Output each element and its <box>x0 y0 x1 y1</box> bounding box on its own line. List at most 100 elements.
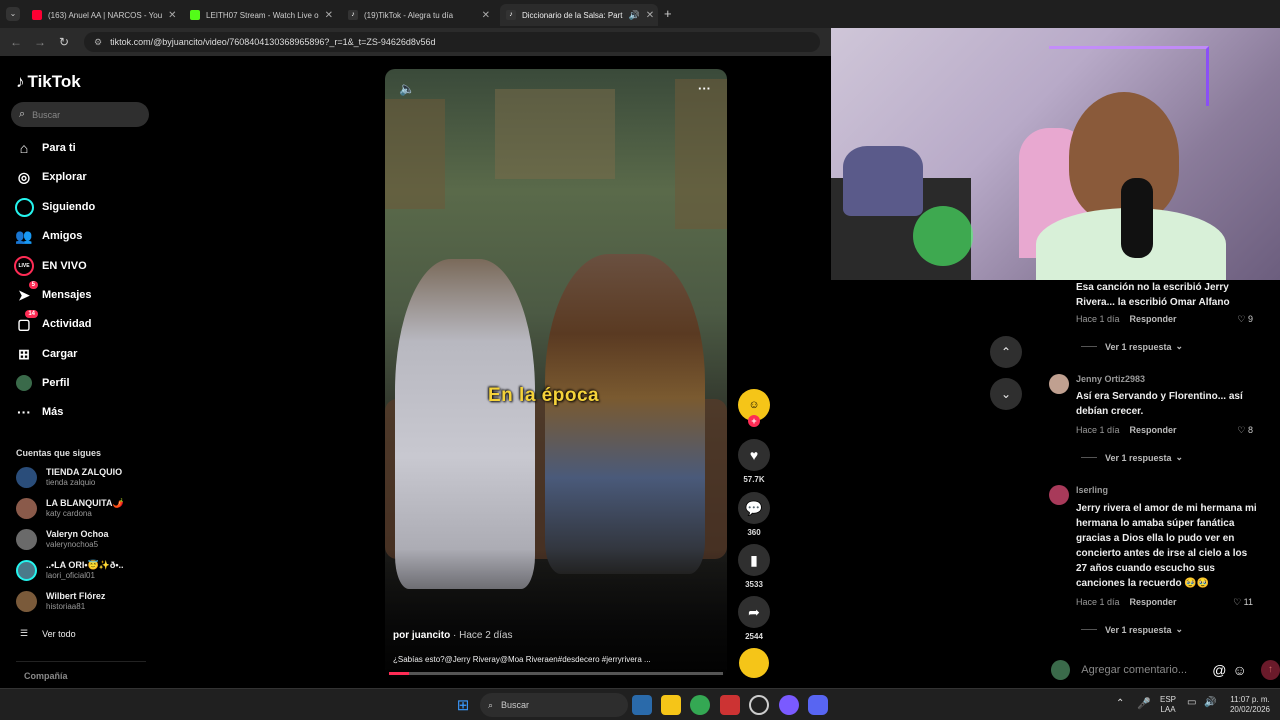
creator-avatar[interactable]: ☺ + <box>738 389 770 427</box>
video-author[interactable]: por juancito <box>393 630 450 641</box>
site-info-icon[interactable]: ⚙ <box>94 37 102 48</box>
twitch-icon[interactable] <box>779 695 799 715</box>
audio-icon[interactable]: 🔊 <box>629 10 640 21</box>
app-icon[interactable] <box>749 695 769 715</box>
view-replies-button[interactable]: Ver 1 respuesta ⌄ <box>1081 452 1183 463</box>
volume-icon[interactable]: 🔈 <box>399 81 415 97</box>
divider <box>1081 457 1097 458</box>
tab-tiktok-active[interactable]: ♪ Diccionario de la Salsa: Part 🔊 ✕ <box>500 4 658 26</box>
close-icon[interactable]: ✕ <box>162 10 176 21</box>
comment-like-count: 11 <box>1243 596 1253 607</box>
video-scene-wall <box>495 89 615 179</box>
new-tab-button[interactable]: + <box>664 6 672 21</box>
tab-kick[interactable]: LEITH07 Stream - Watch Live o ✕ <box>184 4 338 26</box>
nav-item-siguiendo[interactable]: Siguiendo <box>14 195 95 219</box>
language-code: ESP <box>1159 695 1176 704</box>
friends-icon: 👥 <box>15 227 33 244</box>
account-item[interactable]: LA BLANQUITA🌶️ katy cardona <box>16 495 124 521</box>
account-handle: katy cardona <box>46 508 92 518</box>
music-disc[interactable] <box>738 648 770 678</box>
close-icon[interactable]: ✕ <box>319 10 333 21</box>
nav-item-actividad[interactable]: ▢ 14 Actividad <box>14 310 92 336</box>
clock-date: 20/02/2026 <box>1229 705 1271 714</box>
mention-icon[interactable]: @ <box>1212 662 1226 678</box>
tab-search-icon[interactable]: ⌄ <box>6 7 20 21</box>
forward-button[interactable]: → <box>28 35 52 49</box>
search-input[interactable]: ⌕ Buscar <box>11 102 149 127</box>
store-icon[interactable] <box>632 695 652 715</box>
folder-icon[interactable] <box>661 695 681 715</box>
chevron-up-icon: ⌃ <box>1000 345 1012 359</box>
reply-button[interactable]: Responder <box>1130 314 1177 324</box>
more-options-icon[interactable]: ··· <box>698 81 711 96</box>
like-button[interactable]: ♥ 57.7K <box>738 439 770 484</box>
next-video-button[interactable]: ⌄ <box>990 378 1022 410</box>
send-button[interactable]: ↑ <box>1260 660 1280 680</box>
view-replies-button[interactable]: Ver 1 respuesta ⌄ <box>1081 341 1183 352</box>
comment-like-count: 8 <box>1247 424 1253 435</box>
language-indicator[interactable]: ESP LAA <box>1156 695 1180 715</box>
nav-item-perfil[interactable]: Perfil <box>14 371 70 395</box>
tab-youtube[interactable]: (163) Anuel AA | NARCOS - You ✕ <box>26 4 180 26</box>
comment-user[interactable]: Jenny Ortiz2983 <box>1076 374 1145 384</box>
tab-tiktok[interactable]: ♪ (19)TikTok - Alegra tu día ✕ <box>342 4 496 26</box>
video-player[interactable]: 🔈 ··· En la época por juancito · Hace 2 … <box>385 69 727 677</box>
account-item[interactable]: Valeryn Ochoa valerynochoa5 <box>16 526 109 552</box>
comment-like-button[interactable]: ♡ 11 <box>1233 597 1253 608</box>
clock[interactable]: 11:07 p. m. 20/02/2026 <box>1222 695 1278 715</box>
comment-like-button[interactable]: ♡ 8 <box>1237 425 1253 436</box>
back-button[interactable]: ← <box>4 35 28 49</box>
comment-input[interactable]: Agregar comentario... <box>1081 659 1206 681</box>
nav-item-para-ti[interactable]: ⌂ Para ti <box>14 136 76 160</box>
chrome-icon[interactable] <box>690 695 710 715</box>
follow-plus-icon[interactable]: + <box>748 415 760 427</box>
music-disc-icon <box>739 648 769 678</box>
tiktok-logo[interactable]: ♪ TikTok <box>16 72 81 92</box>
windows-start-icon[interactable]: ⊞ <box>453 695 473 715</box>
taskbar-search[interactable]: ⌕ Buscar <box>480 693 628 717</box>
nav-item-cargar[interactable]: ⊞ Cargar <box>14 342 77 366</box>
previous-video-button[interactable]: ⌃ <box>990 336 1022 368</box>
nav-label: Siguiendo <box>42 201 96 213</box>
share-button[interactable]: ➦ 2544 <box>738 596 770 641</box>
close-icon[interactable]: ✕ <box>476 10 490 21</box>
app-icon[interactable] <box>720 695 740 715</box>
emoji-icon[interactable]: ☺ <box>1232 662 1246 678</box>
nav-item-amigos[interactable]: 👥 Amigos <box>14 224 82 248</box>
share-icon: ➦ <box>738 596 770 628</box>
comment-meta: Hace 1 día Responder ♡ 8 <box>1076 425 1280 436</box>
discord-icon[interactable] <box>808 695 828 715</box>
see-all-link[interactable]: ☰ Ver todo <box>20 628 76 639</box>
avatar[interactable] <box>1049 374 1069 394</box>
tray-chevron-up-icon[interactable]: ⌃ <box>1116 698 1124 709</box>
company-link[interactable]: Compañía <box>24 671 68 681</box>
comment-like-button[interactable]: ♡ 9 <box>1237 314 1253 325</box>
nav-label: Actividad <box>42 318 92 330</box>
nav-item-mas[interactable]: ··· Más <box>14 400 63 424</box>
network-icon[interactable]: ▭ <box>1187 697 1196 708</box>
messages-icon: ➤ 5 <box>14 281 38 305</box>
reply-button[interactable]: Responder <box>1130 597 1177 607</box>
comment-user[interactable]: Iserling <box>1076 485 1108 495</box>
nav-item-mensajes[interactable]: ➤ 5 Mensajes <box>14 281 92 307</box>
microphone-icon[interactable]: 🎤 <box>1137 697 1151 710</box>
nav-item-en-vivo[interactable]: LIVE EN VIVO <box>14 254 87 278</box>
tab-title: (163) Anuel AA | NARCOS - You <box>48 10 163 20</box>
reply-button[interactable]: Responder <box>1130 425 1177 435</box>
account-item[interactable]: Wilbert Flórez historiaa81 <box>16 588 105 614</box>
account-item[interactable]: ..•LA ORI•😇✨ð•.. laori_oficial01 <box>16 557 124 583</box>
nav-item-explorar[interactable]: ◎ Explorar <box>14 165 87 189</box>
search-icon: ⌕ <box>19 108 26 120</box>
comment-time: Hace 1 día <box>1076 314 1120 324</box>
volume-icon[interactable]: 🔊 <box>1204 697 1216 708</box>
account-item[interactable]: TIENDA ZALQUIO tienda zalquio <box>16 464 122 490</box>
close-icon[interactable]: ✕ <box>640 10 654 21</box>
video-progress-bar[interactable] <box>389 672 723 675</box>
save-button[interactable]: ▮ 3533 <box>738 544 770 589</box>
comment-button[interactable]: 💬 360 <box>738 492 770 537</box>
reload-button[interactable]: ↻ <box>52 35 76 49</box>
avatar[interactable] <box>1049 485 1069 505</box>
url-field[interactable]: ⚙ tiktok.com/@byjuancito/video/760840413… <box>84 32 820 52</box>
view-replies-button[interactable]: Ver 1 respuesta ⌄ <box>1081 624 1183 635</box>
video-description[interactable]: ¿Sabías esto?@Jerry Riveray@Moa Riveraen… <box>393 655 651 664</box>
